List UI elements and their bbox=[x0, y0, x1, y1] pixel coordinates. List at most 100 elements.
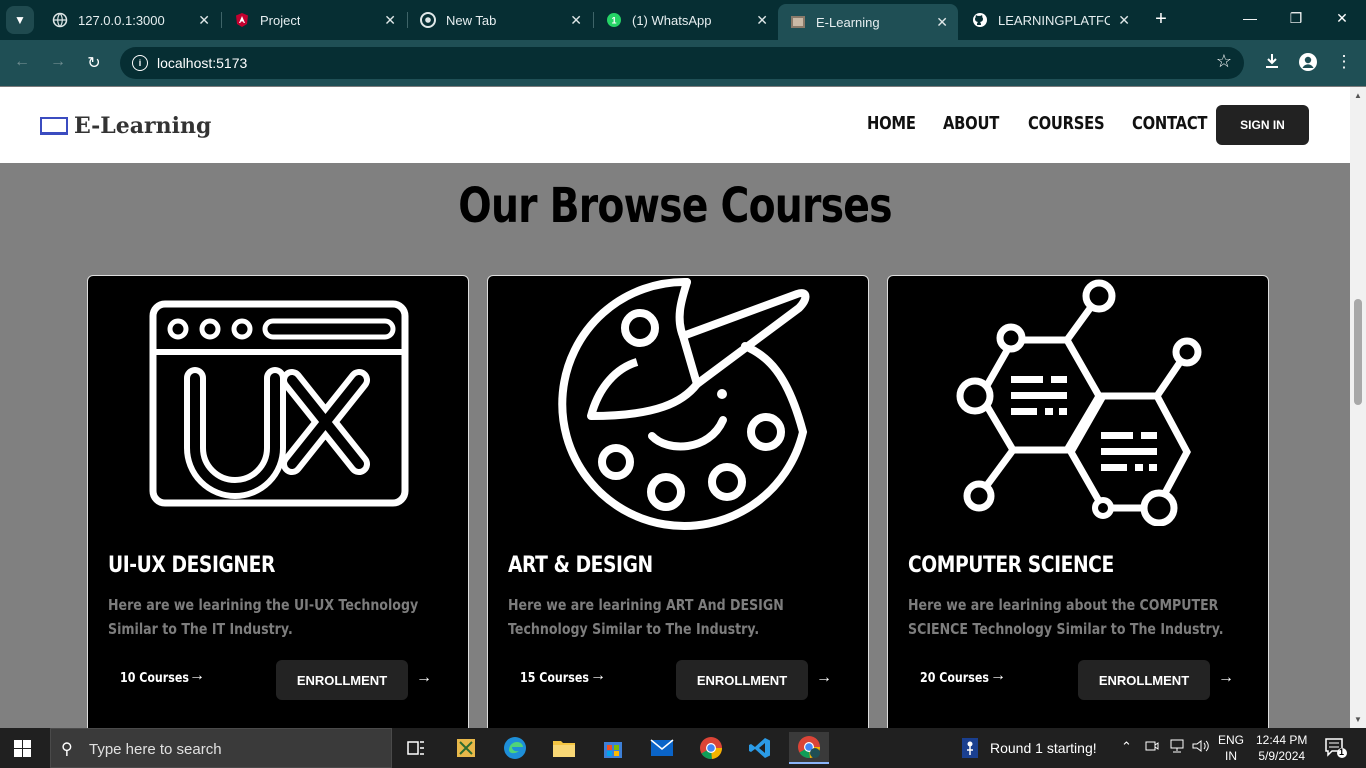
course-count-link[interactable]: 20 Courses bbox=[920, 671, 989, 686]
page-scrollbar[interactable]: ▲ ▼ bbox=[1350, 87, 1366, 728]
nav-contact[interactable]: CONTACT bbox=[1132, 113, 1208, 134]
reload-icon[interactable]: ↻ bbox=[84, 53, 104, 73]
forward-icon[interactable]: → bbox=[48, 53, 68, 71]
volume-icon[interactable] bbox=[1192, 739, 1210, 756]
system-clock[interactable]: 12:44 PM 5/9/2024 bbox=[1256, 732, 1307, 764]
ux-window-icon bbox=[87, 276, 469, 521]
meet-now-icon[interactable] bbox=[1145, 739, 1159, 756]
tab-title: New Tab bbox=[446, 12, 497, 28]
profile-icon[interactable] bbox=[1297, 52, 1319, 77]
language-indicator[interactable]: ENG IN bbox=[1218, 732, 1244, 764]
section-title: Our Browse Courses bbox=[458, 178, 892, 234]
windows-start-icon[interactable] bbox=[14, 740, 31, 757]
course-count-link[interactable]: 10 Courses bbox=[120, 671, 189, 686]
microsoft-store-icon[interactable] bbox=[593, 732, 633, 764]
taskbar-search-box[interactable]: ⚲ Type here to search bbox=[50, 728, 392, 768]
palette-icon bbox=[487, 276, 869, 541]
network-hexagon-icon bbox=[887, 276, 1269, 531]
tab-title: E-Learning bbox=[816, 14, 880, 30]
tab-project[interactable]: Project ✕ bbox=[222, 0, 406, 40]
notification-text[interactable]: Round 1 starting! bbox=[990, 740, 1097, 756]
arrow-right-icon[interactable]: → bbox=[1218, 669, 1234, 687]
scroll-down-icon[interactable]: ▼ bbox=[1354, 715, 1362, 724]
show-hidden-icons[interactable]: ⌃ bbox=[1121, 739, 1132, 755]
tab-github-learningplatform[interactable]: LEARNINGPLATFORM ✕ bbox=[960, 0, 1140, 40]
course-card-art-design: ART & DESIGN Here we are learining ART A… bbox=[487, 275, 869, 728]
arrow-right-icon[interactable]: → bbox=[416, 669, 432, 687]
site-logo[interactable]: E-Learning bbox=[40, 113, 211, 139]
pga-app-icon[interactable] bbox=[960, 737, 980, 764]
sign-in-button[interactable]: SIGN IN bbox=[1216, 105, 1309, 145]
lang-region: IN bbox=[1225, 749, 1237, 763]
chrome-icon bbox=[420, 12, 436, 28]
tab-title: LEARNINGPLATFORM bbox=[998, 12, 1110, 28]
close-tab-icon[interactable]: ✕ bbox=[384, 12, 396, 29]
notification-count: 1 bbox=[1339, 747, 1345, 757]
download-icon[interactable] bbox=[1261, 52, 1283, 75]
close-tab-icon[interactable]: ✕ bbox=[1118, 12, 1130, 29]
close-window-icon[interactable]: ✕ bbox=[1332, 10, 1352, 27]
globe-icon bbox=[52, 12, 68, 28]
tab-title: (1) WhatsApp bbox=[632, 12, 712, 28]
file-explorer-icon[interactable] bbox=[544, 732, 584, 764]
course-count-link[interactable]: 15 Courses bbox=[520, 671, 589, 686]
angular-icon bbox=[234, 12, 250, 28]
tab-localhost-3000[interactable]: 127.0.0.1:3000 ✕ bbox=[40, 0, 220, 40]
laptop-icon bbox=[40, 117, 68, 135]
clock-date: 5/9/2024 bbox=[1258, 749, 1306, 763]
logo-text: E-Learning bbox=[74, 113, 212, 139]
close-tab-icon[interactable]: ✕ bbox=[756, 12, 768, 29]
scroll-up-icon[interactable]: ▲ bbox=[1354, 91, 1362, 100]
bookmark-star-icon[interactable]: ☆ bbox=[1216, 51, 1232, 72]
mail-icon[interactable] bbox=[642, 732, 682, 764]
arrow-right-icon[interactable]: → bbox=[990, 667, 1006, 685]
arrow-right-icon[interactable]: → bbox=[816, 669, 832, 687]
search-icon: ⚲ bbox=[61, 741, 73, 758]
snipping-tool-icon[interactable] bbox=[446, 732, 486, 764]
course-description: Here we are learining about the COMPUTER… bbox=[908, 596, 1224, 638]
course-card-computer-science: COMPUTER SCIENCE Here we are learining a… bbox=[887, 275, 1269, 728]
course-description: Here we are learining ART And DESIGN Tec… bbox=[508, 596, 784, 638]
svg-text:1: 1 bbox=[611, 16, 616, 26]
close-tab-icon[interactable]: ✕ bbox=[198, 12, 210, 29]
minimize-icon[interactable]: — bbox=[1240, 10, 1260, 26]
scrollbar-thumb[interactable] bbox=[1354, 299, 1362, 405]
back-icon[interactable]: ← bbox=[12, 53, 32, 71]
arrow-right-icon[interactable]: → bbox=[590, 667, 606, 685]
new-tab-button[interactable]: + bbox=[1150, 8, 1172, 31]
address-bar[interactable]: i localhost:5173 ☆ bbox=[120, 47, 1244, 79]
network-icon[interactable] bbox=[1168, 739, 1186, 756]
github-icon bbox=[972, 12, 988, 28]
vscode-icon[interactable] bbox=[740, 732, 780, 764]
browser-menu-icon[interactable]: ⋮ bbox=[1333, 52, 1355, 72]
edge-icon[interactable] bbox=[495, 732, 535, 764]
close-tab-icon[interactable]: ✕ bbox=[936, 14, 948, 31]
course-description: Here are we learining the UI-UX Technolo… bbox=[108, 596, 419, 638]
site-favicon-icon bbox=[790, 14, 806, 30]
tab-whatsapp[interactable]: 1 (1) WhatsApp ✕ bbox=[594, 0, 778, 40]
tab-e-learning[interactable]: E-Learning ✕ bbox=[778, 4, 958, 40]
close-tab-icon[interactable]: ✕ bbox=[570, 12, 582, 29]
tab-search-button[interactable]: ▼ bbox=[6, 6, 34, 34]
tab-new-tab[interactable]: New Tab ✕ bbox=[408, 0, 592, 40]
site-info-icon[interactable]: i bbox=[132, 55, 148, 71]
nav-home[interactable]: HOME bbox=[867, 113, 916, 134]
nav-courses[interactable]: COURSES bbox=[1028, 113, 1105, 134]
restore-icon[interactable]: ❐ bbox=[1286, 10, 1306, 27]
course-card-ui-ux: UI-UX DESIGNER Here are we learining the… bbox=[87, 275, 469, 728]
enrollment-button[interactable]: ENROLLMENT bbox=[1078, 660, 1210, 700]
enrollment-button[interactable]: ENROLLMENT bbox=[276, 660, 408, 700]
page-viewport: E-Learning HOME ABOUT COURSES CONTACT SI… bbox=[0, 87, 1350, 728]
task-view-icon[interactable] bbox=[396, 732, 436, 764]
chrome-app-icon[interactable] bbox=[691, 732, 731, 764]
tab-title: Project bbox=[260, 12, 301, 28]
lang-code: ENG bbox=[1218, 733, 1245, 747]
arrow-right-icon[interactable]: → bbox=[189, 667, 205, 685]
browser-tab-bar: ▼ 127.0.0.1:3000 ✕ Project ✕ New Tab ✕ 1… bbox=[0, 0, 1366, 40]
enrollment-button[interactable]: ENROLLMENT bbox=[676, 660, 808, 700]
site-header: E-Learning HOME ABOUT COURSES CONTACT SI… bbox=[0, 87, 1350, 163]
notification-center-icon[interactable]: 1 bbox=[1325, 738, 1347, 763]
tab-title: 127.0.0.1:3000 bbox=[78, 12, 165, 28]
nav-about[interactable]: ABOUT bbox=[943, 113, 999, 134]
chrome-active-window-icon[interactable] bbox=[789, 732, 829, 764]
